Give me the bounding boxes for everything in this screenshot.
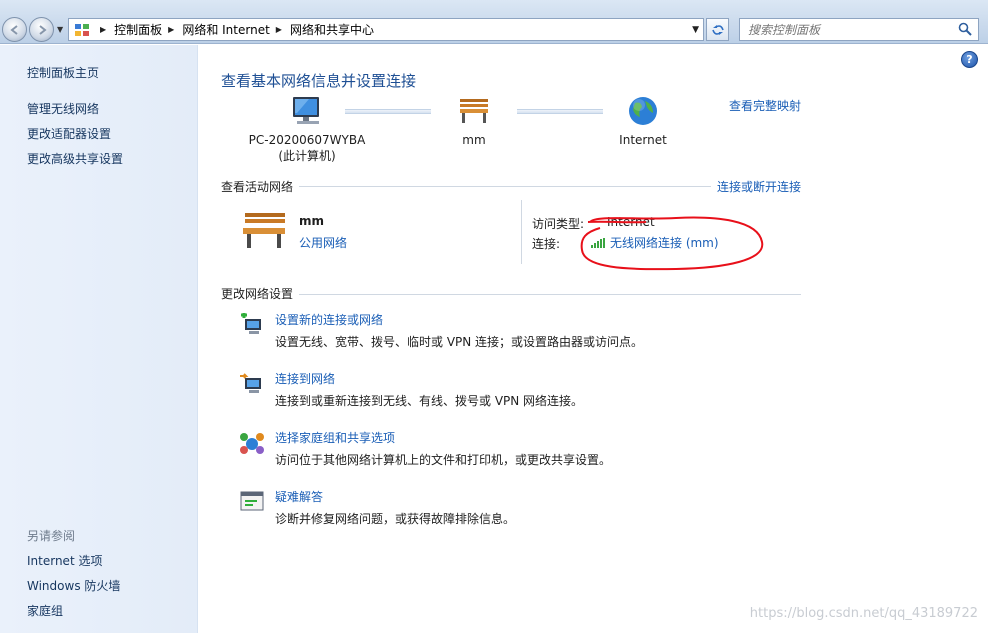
forward-button[interactable] — [29, 17, 54, 42]
setup-new-connection-desc: 设置无线、宽带、拨号、临时或 VPN 连接；或设置路由器或访问点。 — [275, 335, 644, 349]
forward-arrow-icon — [38, 24, 47, 35]
breadcrumb-separator-icon[interactable]: ▶ — [276, 25, 282, 34]
search-icon[interactable] — [958, 22, 972, 36]
breadcrumb: ▶ 控制面板 ▶ 网络和 Internet ▶ 网络和共享中心 — [94, 21, 374, 38]
change-advanced-sharing-link[interactable]: 更改高级共享设置 — [27, 150, 123, 167]
map-node-internet[interactable]: Internet — [611, 95, 675, 147]
connect-to-network-desc: 连接到或重新连接到无线、有线、拨号或 VPN 网络连接。 — [275, 394, 584, 408]
left-navigation-pane: 控制面板主页 管理无线网络 更改适配器设置 更改高级共享设置 另请参阅 Inte… — [0, 45, 198, 633]
network-type-link[interactable]: 公用网络 — [299, 234, 347, 251]
internet-label: Internet — [619, 133, 667, 147]
map-link-line — [517, 109, 603, 114]
change-adapter-settings-link[interactable]: 更改适配器设置 — [27, 125, 111, 142]
address-toolbar: ▼ ▶ 控制面板 ▶ 网络和 Internet ▶ 网络和共享中心 ▼ — [0, 0, 988, 44]
manage-wireless-networks-link[interactable]: 管理无线网络 — [27, 100, 99, 117]
breadcrumb-network-internet[interactable]: 网络和 Internet — [182, 21, 269, 38]
search-input[interactable] — [740, 19, 950, 40]
control-panel-icon — [75, 23, 89, 36]
active-network-name: mm — [299, 214, 325, 228]
new-connection-icon — [241, 313, 261, 334]
refresh-icon — [711, 24, 724, 35]
troubleshoot-icon — [240, 491, 264, 511]
main-content: ? 查看基本网络信息并设置连接 查看完整映射 PC-20200607WYBA (… — [199, 45, 988, 633]
connect-disconnect-link[interactable]: 连接或断开连接 — [711, 178, 802, 195]
map-node-network[interactable]: mm — [444, 95, 504, 147]
homegroup-sharing-desc: 访问位于其他网络计算机上的文件和打印机，或更改共享设置。 — [275, 453, 612, 467]
section-divider — [221, 294, 801, 295]
watermark-text: https://blog.csdn.net/qq_43189722 — [749, 606, 978, 621]
refresh-button[interactable] — [706, 18, 729, 41]
address-bar[interactable]: ▶ 控制面板 ▶ 网络和 Internet ▶ 网络和共享中心 ▼ — [68, 18, 704, 41]
map-node-computer[interactable]: PC-20200607WYBA (此计算机) — [247, 95, 367, 164]
control-panel-home-link[interactable]: 控制面板主页 — [27, 64, 99, 81]
page-title: 查看基本网络信息并设置连接 — [221, 72, 417, 90]
breadcrumb-network-sharing-center[interactable]: 网络和共享中心 — [290, 21, 374, 38]
access-type-value: Internet — [607, 215, 655, 229]
connect-to-network-link[interactable]: 连接到网络 — [275, 370, 335, 387]
breadcrumb-separator-icon[interactable]: ▶ — [100, 25, 106, 34]
computer-icon — [293, 97, 319, 124]
active-networks-heading: 查看活动网络 — [221, 178, 300, 195]
change-settings-heading: 更改网络设置 — [221, 285, 300, 302]
help-icon[interactable]: ? — [961, 51, 978, 68]
internet-options-link[interactable]: Internet 选项 — [27, 552, 102, 569]
bench-icon — [460, 99, 488, 123]
homegroup-icon — [240, 433, 264, 454]
back-arrow-icon — [9, 24, 18, 35]
access-type-label: 访问类型: — [532, 217, 585, 231]
wifi-signal-icon — [591, 237, 605, 248]
setup-new-connection-link[interactable]: 设置新的连接或网络 — [275, 311, 383, 328]
vertical-divider — [521, 200, 522, 264]
network-map-name: mm — [462, 133, 486, 147]
view-full-map-link[interactable]: 查看完整映射 — [729, 97, 801, 114]
computer-caption: (此计算机) — [278, 149, 336, 163]
back-button[interactable] — [2, 17, 27, 42]
wireless-connection-link[interactable]: 无线网络连接 (mm) — [591, 234, 719, 251]
recent-pages-dropdown[interactable]: ▼ — [57, 25, 65, 35]
wireless-connection-label[interactable]: 无线网络连接 (mm) — [610, 234, 719, 251]
map-link-line — [345, 109, 431, 114]
bench-icon — [243, 213, 285, 248]
computer-name: PC-20200607WYBA — [248, 133, 366, 147]
homegroup-link[interactable]: 家庭组 — [27, 602, 63, 619]
address-history-dropdown-icon[interactable]: ▼ — [692, 25, 699, 35]
breadcrumb-control-panel[interactable]: 控制面板 — [114, 21, 162, 38]
troubleshoot-desc: 诊断并修复网络问题，或获得故障排除信息。 — [275, 512, 516, 526]
connect-network-icon — [240, 373, 261, 393]
globe-icon — [629, 97, 657, 125]
homegroup-sharing-link[interactable]: 选择家庭组和共享选项 — [275, 429, 395, 446]
breadcrumb-separator-icon[interactable]: ▶ — [168, 25, 174, 34]
connections-label: 连接: — [532, 237, 561, 251]
troubleshoot-link[interactable]: 疑难解答 — [275, 488, 323, 505]
search-box — [739, 18, 979, 41]
see-also-heading: 另请参阅 — [27, 529, 76, 543]
windows-firewall-link[interactable]: Windows 防火墙 — [27, 577, 120, 594]
